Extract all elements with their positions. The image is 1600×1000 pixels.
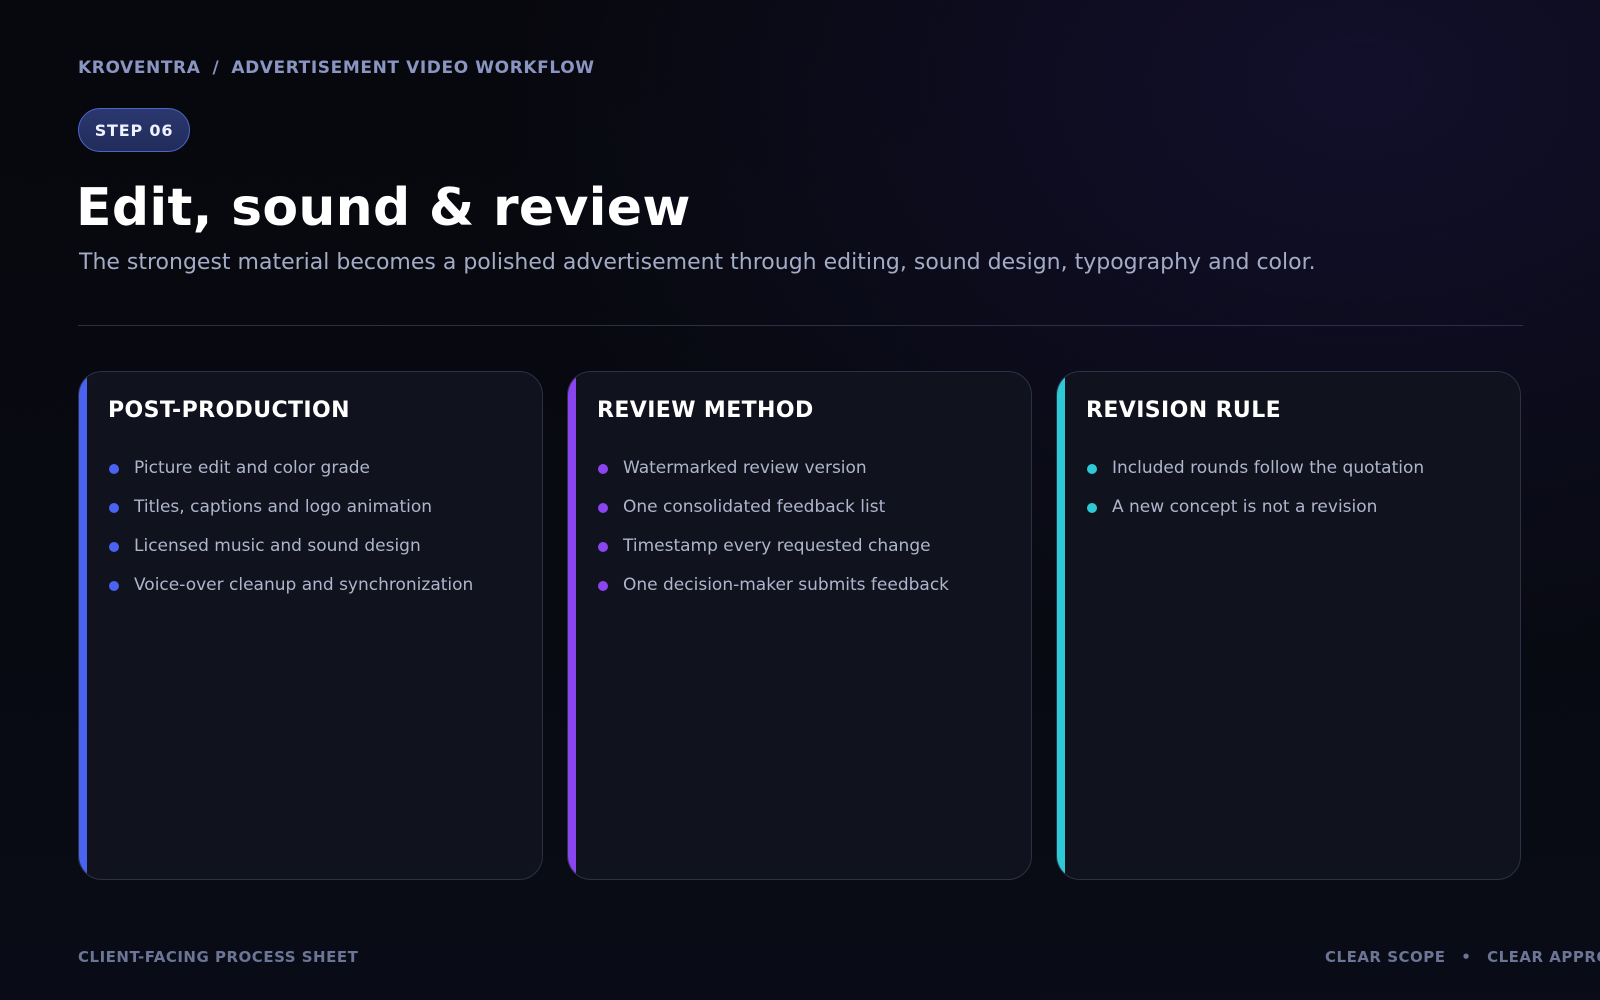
- card-revision-rule: REVISION RULE Included rounds follow the…: [1056, 371, 1521, 880]
- list-item-text: One consolidated feedback list: [623, 496, 886, 517]
- list-item: One consolidated feedback list: [598, 487, 949, 526]
- list-item: Timestamp every requested change: [598, 526, 949, 565]
- list-item-text: Watermarked review version: [623, 457, 867, 478]
- list-item: Picture edit and color grade: [109, 448, 473, 487]
- card-title: REVIEW METHOD: [597, 398, 814, 423]
- footer-bullet-icon: •: [1461, 948, 1472, 966]
- card-item-list: Watermarked review version One consolida…: [598, 448, 949, 604]
- breadcrumb-section: ADVERTISEMENT VIDEO WORKFLOW: [231, 58, 595, 78]
- list-item: Watermarked review version: [598, 448, 949, 487]
- list-item-text: Licensed music and sound design: [134, 535, 421, 556]
- breadcrumb-separator: /: [212, 58, 220, 78]
- bullet-dot-icon: [598, 581, 608, 591]
- page-title: Edit, sound & review: [76, 178, 691, 238]
- list-item-text: Picture edit and color grade: [134, 457, 371, 478]
- list-item-text: Titles, captions and logo animation: [134, 496, 433, 517]
- footer-tag-scope: CLEAR SCOPE: [1325, 948, 1446, 966]
- bullet-dot-icon: [109, 581, 119, 591]
- list-item-text: Included rounds follow the quotation: [1112, 457, 1425, 478]
- list-item: One decision-maker submits feedback: [598, 565, 949, 604]
- breadcrumb: KROVENTRA / ADVERTISEMENT VIDEO WORKFLOW: [78, 58, 595, 78]
- list-item: Included rounds follow the quotation: [1087, 448, 1424, 487]
- footer-tag-approval: CLEAR APPRO: [1487, 948, 1600, 966]
- list-item-text: Timestamp every requested change: [623, 535, 931, 556]
- breadcrumb-brand: KROVENTRA: [78, 58, 201, 78]
- bullet-dot-icon: [109, 503, 119, 513]
- list-item: Voice-over cleanup and synchronization: [109, 565, 473, 604]
- card-item-list: Picture edit and color grade Titles, cap…: [109, 448, 473, 604]
- step-badge: STEP 06: [78, 108, 190, 152]
- bullet-dot-icon: [109, 542, 119, 552]
- list-item-text: Voice-over cleanup and synchronization: [134, 574, 474, 595]
- bullet-dot-icon: [598, 464, 608, 474]
- list-item: A new concept is not a revision: [1087, 487, 1424, 526]
- list-item: Licensed music and sound design: [109, 526, 473, 565]
- list-item-text: One decision-maker submits feedback: [623, 574, 950, 595]
- card-review-method: REVIEW METHOD Watermarked review version…: [567, 371, 1032, 880]
- bullet-dot-icon: [1087, 464, 1097, 474]
- footer-tagline: CLEAR SCOPE • CLEAR APPRO: [1325, 948, 1600, 966]
- bullet-dot-icon: [598, 542, 608, 552]
- card-item-list: Included rounds follow the quotation A n…: [1087, 448, 1424, 526]
- card-accent-bar: [79, 372, 87, 879]
- card-post-production: POST-PRODUCTION Picture edit and color g…: [78, 371, 543, 880]
- footer-label: CLIENT-FACING PROCESS SHEET: [78, 948, 359, 966]
- card-accent-bar: [1057, 372, 1065, 879]
- card-title: POST-PRODUCTION: [108, 398, 350, 423]
- list-item-text: A new concept is not a revision: [1112, 496, 1378, 517]
- bullet-dot-icon: [1087, 503, 1097, 513]
- bullet-dot-icon: [109, 464, 119, 474]
- card-title: REVISION RULE: [1086, 398, 1282, 423]
- header-divider: [78, 325, 1523, 326]
- page-subtitle: The strongest material becomes a polishe…: [79, 250, 1316, 275]
- list-item: Titles, captions and logo animation: [109, 487, 473, 526]
- card-accent-bar: [568, 372, 576, 879]
- bullet-dot-icon: [598, 503, 608, 513]
